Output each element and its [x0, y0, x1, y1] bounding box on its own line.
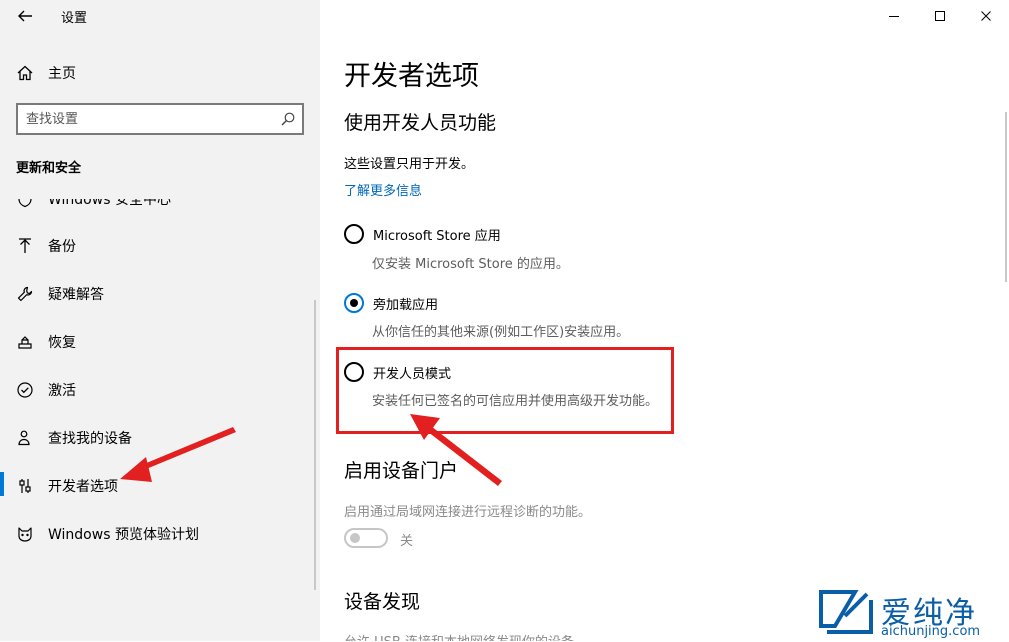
section-description: 允许 USB 连接和本地网络发现你的设备。: [344, 631, 587, 641]
radio-option-store-apps[interactable]: Microsoft Store 应用: [344, 223, 501, 245]
search-box[interactable]: [16, 103, 304, 135]
sidebar-item-label: 开发者选项: [48, 479, 118, 495]
active-indicator: [0, 472, 4, 496]
section-heading-use-dev-features: 使用开发人员功能: [344, 112, 497, 134]
main-scrollbar[interactable]: [1005, 112, 1007, 282]
section-heading-device-portal: 启用设备门户: [344, 460, 459, 482]
sidebar-item-activation[interactable]: 激活: [16, 377, 306, 403]
watermark-logo-icon: [819, 590, 873, 634]
toggle-state-label: 关: [400, 534, 414, 549]
sidebar-item-windows-insider[interactable]: Windows 预览体验计划: [16, 521, 306, 547]
shield-icon: [16, 199, 34, 208]
sidebar-item-troubleshoot[interactable]: 疑难解答: [16, 281, 306, 307]
sidebar-item-label: Windows 预览体验计划: [48, 527, 199, 543]
window-controls: [871, 0, 1009, 32]
home-icon: [16, 64, 34, 82]
radio-sublabel: 从你信任的其他来源(例如工作区)安装应用。: [372, 325, 630, 340]
minimize-button[interactable]: [871, 0, 917, 32]
sidebar-item-label: 恢复: [48, 335, 76, 351]
radio-label: Microsoft Store 应用: [373, 228, 501, 244]
watermark-logo: 爱纯净 aichunjing.com: [817, 586, 1007, 641]
search-icon[interactable]: [280, 111, 296, 127]
sidebar-item-label: 疑难解答: [48, 287, 104, 303]
device-portal-toggle[interactable]: [344, 528, 388, 548]
sidebar-item-label: 激活: [48, 383, 76, 399]
radio-option-sideload-apps[interactable]: 旁加载应用: [344, 292, 438, 314]
check-circle-icon: [16, 381, 34, 399]
sidebar-item-label: 备份: [48, 239, 76, 255]
sidebar-item-label: Windows 安全中心: [48, 192, 171, 208]
sidebar-item-developer-options[interactable]: 开发者选项: [16, 473, 306, 499]
learn-more-link[interactable]: 了解更多信息: [344, 180, 422, 199]
person-location-icon: [16, 429, 34, 447]
maximize-button[interactable]: [917, 0, 963, 32]
sidebar-item-label: 主页: [48, 66, 76, 82]
annotation-highlight-box: [336, 347, 674, 434]
recovery-icon: [16, 333, 34, 351]
sidebar: 设置 主页 更新和安全 Windows 安全中心 备份 疑难解答: [0, 0, 320, 641]
sidebar-scrollbar[interactable]: [314, 300, 316, 590]
sidebar-item-recovery[interactable]: 恢复: [16, 329, 306, 355]
sidebar-item-find-my-device[interactable]: 查找我的设备: [16, 425, 306, 451]
watermark-domain: aichunjing.com: [881, 624, 981, 639]
backup-arrow-icon: [16, 237, 34, 255]
sidebar-item-backup[interactable]: 备份: [16, 233, 306, 259]
close-button[interactable]: [963, 0, 1009, 32]
sidebar-item-label: 查找我的设备: [48, 431, 132, 447]
radio-sublabel: 仅安装 Microsoft Store 的应用。: [372, 257, 569, 272]
search-input[interactable]: [26, 110, 276, 128]
app-title: 设置: [61, 11, 88, 26]
section-description: 启用通过局域网连接进行远程诊断的功能。: [344, 505, 592, 520]
section-description: 这些设置只用于开发。: [344, 157, 475, 172]
main-content: 开发者选项 使用开发人员功能 这些设置只用于开发。 了解更多信息 Microso…: [320, 0, 1009, 641]
page-title: 开发者选项: [344, 61, 479, 92]
radio-button[interactable]: [344, 224, 364, 244]
back-arrow-icon[interactable]: [13, 4, 37, 28]
section-header: 更新和安全: [16, 161, 82, 176]
insider-cat-icon: [16, 525, 34, 543]
wrench-icon: [16, 285, 34, 303]
radio-button-checked[interactable]: [344, 293, 364, 313]
developer-sliders-icon: [16, 477, 34, 495]
section-heading-device-discovery: 设备发现: [344, 591, 421, 613]
radio-label: 旁加载应用: [373, 297, 439, 313]
sidebar-item-home[interactable]: 主页: [16, 61, 306, 85]
sidebar-item-windows-security[interactable]: Windows 安全中心: [16, 192, 306, 212]
